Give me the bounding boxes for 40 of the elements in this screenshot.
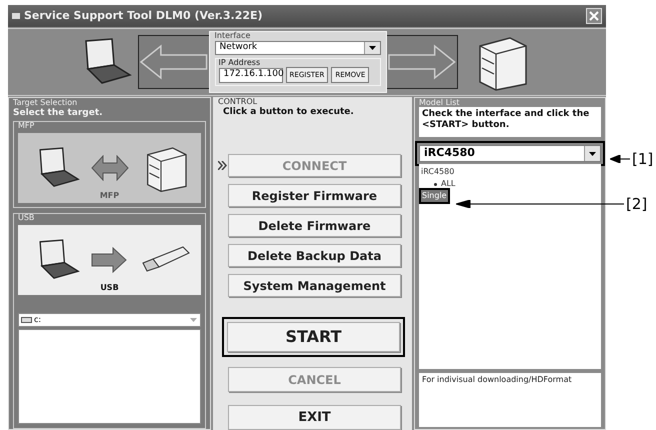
control-button[interactable]: Delete Backup Data bbox=[228, 244, 401, 267]
tree-item[interactable]: iRC4580 bbox=[421, 166, 599, 178]
group-label: Model List bbox=[419, 99, 461, 107]
target-option[interactable]: USB bbox=[18, 224, 201, 294]
app-icon bbox=[12, 12, 20, 20]
control-button[interactable]: System Management bbox=[228, 274, 401, 297]
dropdown-caret-icon bbox=[190, 318, 197, 322]
window-title: Service Support Tool DLM0 (Ver.3.22E) bbox=[24, 8, 264, 24]
group-label: USB bbox=[18, 214, 36, 222]
group-label: MFP bbox=[18, 122, 36, 130]
control-button[interactable]: EXIT bbox=[228, 405, 401, 430]
callout-label: [2] bbox=[626, 194, 648, 215]
callout-label: [1] bbox=[632, 149, 654, 170]
interface-dropdown[interactable]: Network bbox=[214, 41, 382, 55]
close-icon bbox=[589, 11, 599, 21]
target-instruction: Select the target. bbox=[13, 107, 104, 120]
dropdown-caret-icon bbox=[589, 152, 596, 156]
model-instruction: Check the interface and click the <START> button. bbox=[419, 107, 601, 137]
ip-address-dropdown[interactable]: 172.16.1.100 bbox=[218, 68, 283, 82]
control-instruction: Click a button to execute. bbox=[222, 106, 355, 119]
target-option[interactable]: MFP bbox=[18, 132, 201, 202]
tree-item[interactable]: Single bbox=[421, 190, 448, 202]
tree-item[interactable]: ALL bbox=[433, 178, 456, 190]
control-button[interactable]: Register Firmware bbox=[228, 184, 401, 207]
target-caption: MFP bbox=[98, 190, 120, 202]
group-label: Target Selection bbox=[13, 99, 78, 107]
leader-line bbox=[610, 155, 630, 164]
target-caption: USB bbox=[99, 282, 120, 294]
drive-dropdown[interactable]: c: bbox=[18, 312, 201, 326]
double-arrow-icon bbox=[91, 154, 130, 180]
control-button[interactable]: Delete Firmware bbox=[228, 214, 401, 237]
model-description: For indivisual downloading/HDFormat bbox=[419, 373, 601, 427]
close-button[interactable] bbox=[586, 8, 602, 24]
group-label: Interface bbox=[214, 32, 252, 40]
group-label: IP Address bbox=[218, 59, 262, 67]
right-arrow-icon bbox=[91, 246, 128, 272]
drive-icon bbox=[21, 316, 32, 322]
control-button[interactable]: START bbox=[227, 322, 400, 352]
group-label: CONTROL bbox=[218, 98, 258, 106]
dropdown-caret-icon bbox=[369, 46, 376, 50]
